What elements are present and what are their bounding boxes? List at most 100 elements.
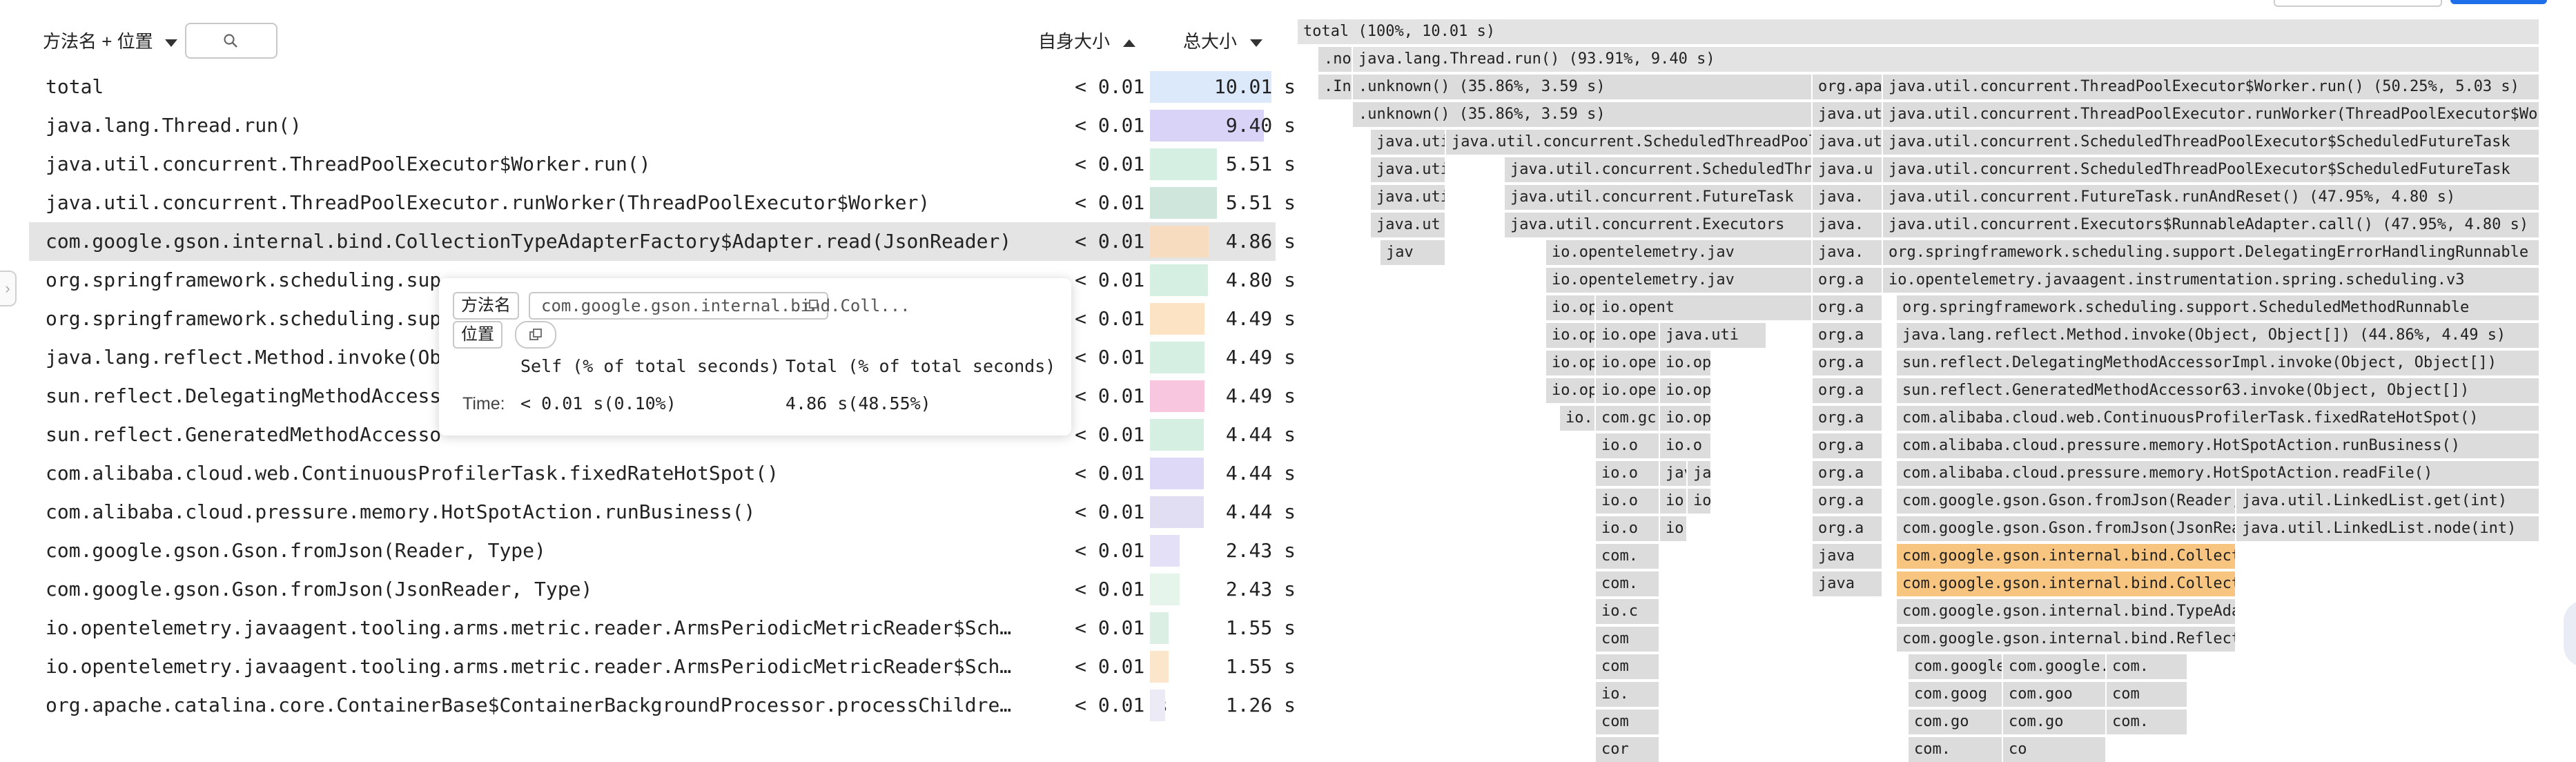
- flame-frame[interactable]: com.alibaba.cloud.pressure.memory.HotSpo…: [1897, 433, 2540, 458]
- flame-frame[interactable]: jav: [1688, 461, 1712, 486]
- flame-frame[interactable]: io.opentelemetry.jav: [1546, 240, 1813, 265]
- flame-frame[interactable]: io.o: [1596, 433, 1660, 458]
- flame-frame[interactable]: java.util.concurrent.Executors$RunnableA…: [1883, 213, 2540, 237]
- flame-frame[interactable]: com.google.gson.Gson.fromJson(JsonReader…: [1897, 516, 2236, 541]
- flame-frame[interactable]: org.a: [1813, 433, 1883, 458]
- flame-frame[interactable]: io.: [1560, 406, 1596, 431]
- primary-toolbar-button[interactable]: [2450, 0, 2547, 4]
- flame-frame[interactable]: io.opent: [1596, 295, 1813, 320]
- collapse-handle[interactable]: ›: [0, 271, 17, 306]
- toolbar-button[interactable]: [2274, 0, 2442, 7]
- flame-frame[interactable]: java.lang.Thread.run() (93.91%, 9.40 s): [1353, 47, 2540, 72]
- flame-frame[interactable]: java.util.concurrent.FutureTask.runAndRe…: [1883, 185, 2540, 210]
- flame-frame[interactable]: sun.reflect.GeneratedMethodAccessor63.in…: [1897, 378, 2540, 403]
- flame-frame[interactable]: java.ut: [1813, 102, 1883, 127]
- flame-frame[interactable]: com.google.gson.internal.bind.Reflective…: [1897, 627, 2236, 652]
- flame-frame[interactable]: java.lang.reflect.Method.invoke(Object, …: [1897, 323, 2540, 348]
- method-row[interactable]: org.apache.catalina.core.ContainerBase$C…: [29, 686, 1296, 725]
- flame-frame[interactable]: org.a: [1813, 406, 1883, 431]
- method-row[interactable]: io.opentelemetry.javaagent.tooling.arms.…: [29, 609, 1296, 647]
- flame-frame[interactable]: com.gc: [1596, 406, 1660, 431]
- flame-frame[interactable]: io.oper: [1596, 323, 1660, 348]
- flame-frame[interactable]: org.a: [1813, 268, 1883, 293]
- search-input[interactable]: [185, 23, 277, 59]
- flame-frame[interactable]: .unknown() (35.86%, 3.59 s): [1353, 102, 1813, 127]
- flame-frame[interactable]: java.util.concurrent.ThreadPoolExecutor$…: [1883, 75, 2540, 99]
- flame-frame[interactable]: java.util.concurrent.Executors: [1505, 213, 1813, 237]
- flame-frame[interactable]: com.goo: [2003, 682, 2107, 707]
- flame-frame[interactable]: com: [1596, 654, 1660, 679]
- flame-frame[interactable]: java.util.concurrent.ScheduledThreadPool…: [1446, 130, 1813, 155]
- flame-frame[interactable]: io.op: [1660, 378, 1712, 403]
- flame-frame[interactable]: com.google.gson: [1909, 654, 2003, 679]
- method-row[interactable]: total < 0.01 s 10.01 s: [29, 68, 1296, 106]
- flame-frame[interactable]: java.util.concurrent.ScheduledThread: [1505, 157, 1813, 182]
- flame-frame[interactable]: java.u: [1813, 157, 1883, 182]
- flame-frame[interactable]: io.op: [1546, 295, 1596, 320]
- flame-frame[interactable]: org.a: [1813, 323, 1883, 348]
- flame-frame[interactable]: com.goog: [1909, 682, 2003, 707]
- flame-frame[interactable]: org.a: [1813, 489, 1883, 514]
- flame-frame[interactable]: .no: [1318, 47, 1353, 72]
- total-size-column-header[interactable]: 总大小: [1183, 22, 1263, 61]
- location-copy-button[interactable]: [515, 321, 556, 349]
- flame-frame[interactable]: java.: [1813, 240, 1883, 265]
- flame-frame[interactable]: java.uti: [1660, 323, 1767, 348]
- flame-frame[interactable]: java.util.concurrent.ScheduledThreadPool…: [1883, 130, 2540, 155]
- flame-frame[interactable]: io.op: [1546, 351, 1596, 375]
- flame-frame[interactable]: io.ope: [1596, 351, 1660, 375]
- flame-frame[interactable]: .In: [1318, 75, 1353, 99]
- flame-frame[interactable]: io.opentelemetry.jav: [1546, 268, 1813, 293]
- method-row[interactable]: com.alibaba.cloud.pressure.memory.HotSpo…: [29, 493, 1296, 531]
- self-size-column-header[interactable]: 自身大小: [1038, 22, 1136, 61]
- flame-frame[interactable]: java.util.concurrent.ThreadPoolExecutor.…: [1883, 102, 2540, 127]
- flame-frame[interactable]: io.o: [1596, 461, 1660, 486]
- flame-frame[interactable]: java.uti: [1371, 130, 1446, 155]
- flame-frame[interactable]: co: [2003, 737, 2107, 762]
- flame-frame[interactable]: io.op: [1546, 323, 1596, 348]
- flame-frame[interactable]: java.ut: [1813, 130, 1883, 155]
- flame-frame[interactable]: cor: [1596, 737, 1660, 762]
- method-row[interactable]: java.util.concurrent.ThreadPoolExecutor.…: [29, 184, 1296, 222]
- method-row[interactable]: com.google.gson.Gson.fromJson(JsonReader…: [29, 570, 1296, 609]
- flame-frame[interactable]: io.o: [1660, 433, 1712, 458]
- flame-frame[interactable]: java.util.concurrent.FutureTask: [1505, 185, 1813, 210]
- flame-frame[interactable]: org.springframework.scheduling.support.D…: [1883, 240, 2540, 265]
- flame-frame[interactable]: io.op: [1660, 351, 1712, 375]
- flame-frame[interactable]: com.: [1909, 737, 2003, 762]
- flame-frame[interactable]: org.apa: [1813, 75, 1883, 99]
- flame-frame[interactable]: java.util.LinkedList.get(int): [2236, 489, 2540, 514]
- sort-ascending-icon[interactable]: [1123, 39, 1136, 47]
- flame-frame[interactable]: org.a: [1813, 461, 1883, 486]
- flame-frame[interactable]: org.a: [1813, 516, 1883, 541]
- flame-frame[interactable]: org.a: [1813, 295, 1883, 320]
- method-row[interactable]: com.alibaba.cloud.web.ContinuousProfiler…: [29, 454, 1296, 493]
- flame-frame[interactable]: com.: [2107, 654, 2188, 679]
- flame-frame[interactable]: com.alibaba.cloud.web.ContinuousProfiler…: [1897, 406, 2540, 431]
- flame-frame[interactable]: org.a: [1813, 351, 1883, 375]
- flame-frame[interactable]: com.: [2107, 710, 2188, 734]
- flame-frame[interactable]: java: [1660, 461, 1688, 486]
- flame-frame[interactable]: com.alibaba.cloud.pressure.memory.HotSpo…: [1897, 461, 2540, 486]
- flame-frame[interactable]: sun.reflect.DelegatingMethodAccessorImpl…: [1897, 351, 2540, 375]
- method-row[interactable]: io.opentelemetry.javaagent.tooling.arms.…: [29, 647, 1296, 686]
- flame-frame[interactable]: java: [1813, 572, 1883, 596]
- flame-frame[interactable]: com.: [1596, 572, 1660, 596]
- flame-frame[interactable]: io.c: [1660, 516, 1688, 541]
- flame-frame[interactable]: .unknown() (35.86%, 3.59 s): [1353, 75, 1813, 99]
- flame-frame[interactable]: java.util.LinkedList.node(int): [2236, 516, 2540, 541]
- flame-frame[interactable]: java.ut: [1371, 213, 1446, 237]
- copy-icon[interactable]: [805, 299, 819, 313]
- method-row[interactable]: java.util.concurrent.ThreadPoolExecutor$…: [29, 145, 1296, 184]
- flame-frame[interactable]: com.: [1596, 544, 1660, 569]
- caret-down-icon[interactable]: [164, 39, 177, 47]
- floating-action-button[interactable]: [2564, 600, 2576, 667]
- flame-frame[interactable]: io.: [1688, 489, 1712, 514]
- flame-frame[interactable]: io.ope: [1596, 378, 1660, 403]
- flame-frame[interactable]: java.: [1813, 185, 1883, 210]
- flame-frame[interactable]: com.google.gson.internal.bind.Collection…: [1897, 544, 2236, 569]
- flame-frame[interactable]: com.google.gson.Gson.fromJson(Reader, Ty…: [1897, 489, 2236, 514]
- flame-frame[interactable]: io.op: [1660, 406, 1712, 431]
- flame-frame[interactable]: com: [1596, 710, 1660, 734]
- flame-frame[interactable]: io.: [1596, 682, 1660, 707]
